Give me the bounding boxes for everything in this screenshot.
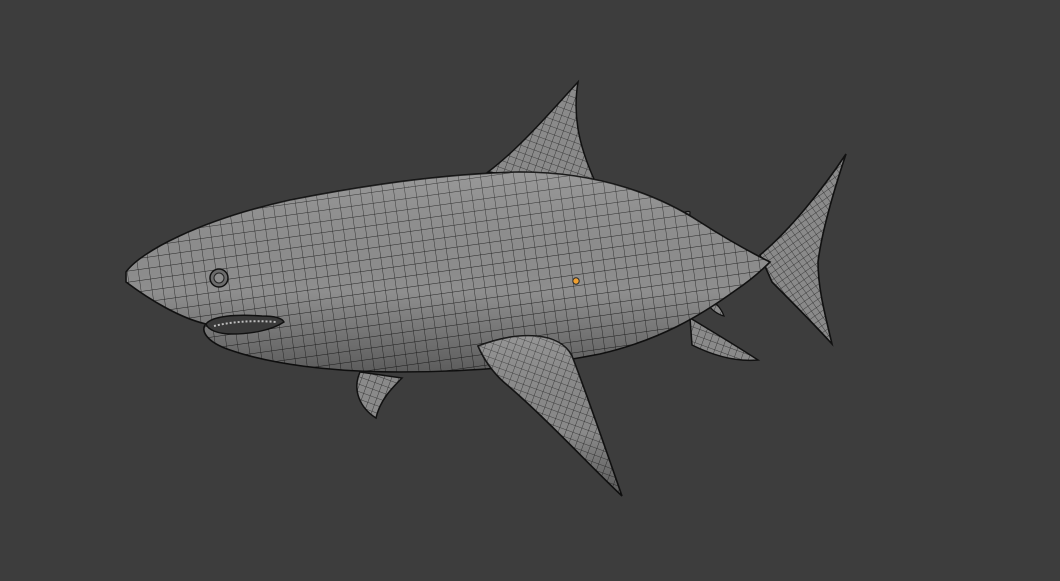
shark-model[interactable]	[0, 0, 1060, 581]
anal-fin	[689, 316, 761, 362]
tail-fin	[759, 153, 847, 347]
3d-viewport[interactable]	[0, 0, 1060, 581]
far-pectoral-fin	[356, 371, 404, 420]
object-origin	[572, 277, 580, 285]
